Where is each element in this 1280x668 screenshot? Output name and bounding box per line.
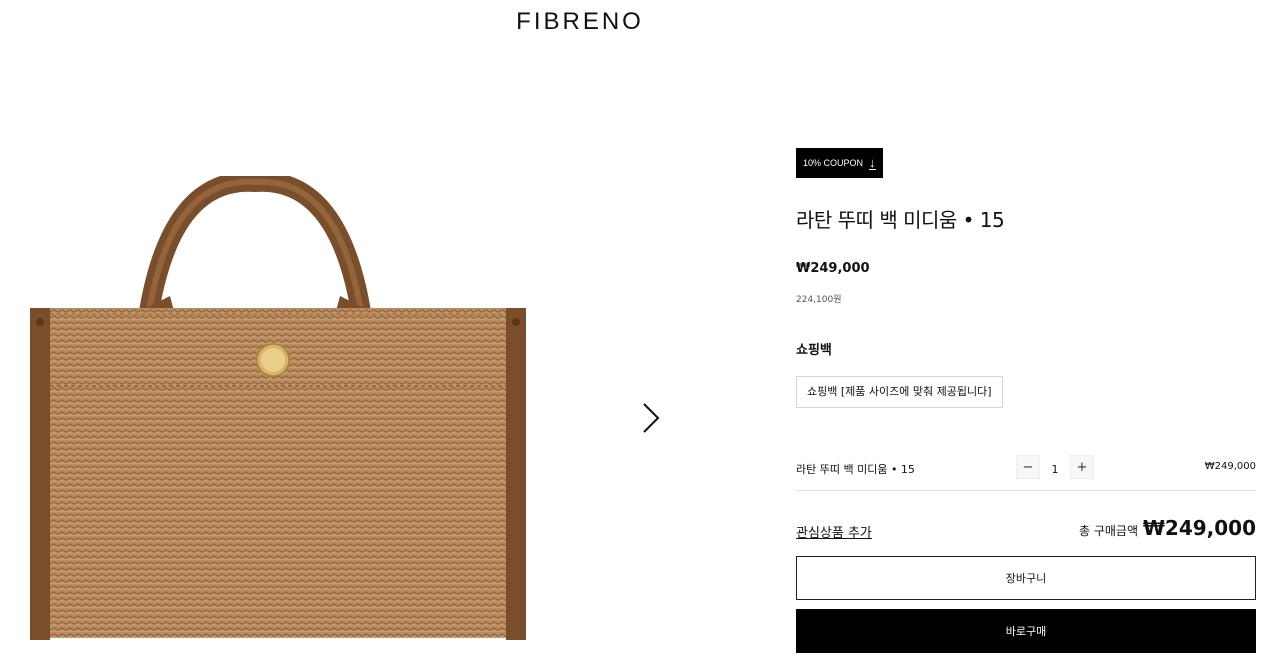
chevron-right-icon[interactable] [636, 400, 664, 436]
option-section-label: 쇼핑백 [796, 343, 832, 358]
download-icon: ↓ [869, 154, 876, 170]
product-image [30, 176, 526, 640]
product-sub-price: 224,100원 [796, 295, 842, 305]
product-price: ₩249,000 [796, 261, 870, 276]
add-to-cart-button[interactable]: 장바구니 [796, 556, 1256, 600]
brand-logo[interactable]: FIBRENO [0, 8, 1160, 36]
total-summary: 관심상품 추가 총 구매금액 ₩249,000 [796, 516, 1256, 546]
decrease-quantity-button[interactable]: − [1016, 455, 1040, 479]
quantity-value[interactable]: 1 [1040, 459, 1070, 476]
quantity-stepper: − 1 + [1016, 455, 1094, 479]
total-price: ₩249,000 [1142, 516, 1256, 540]
line-item-price: ₩249,000 [1204, 461, 1256, 472]
buy-now-button[interactable]: 바로구매 [796, 609, 1256, 653]
product-info: 10% COUPON ↓ 라탄 뚜띠 백 미디움 • 15 ₩249,000 2… [796, 148, 1256, 653]
shopping-bag-option-button[interactable]: 쇼핑백 [제품 사이즈에 맞춰 제공됩니다] [796, 376, 1003, 408]
coupon-label: 10% COUPON [803, 158, 864, 168]
increase-quantity-button[interactable]: + [1070, 455, 1094, 479]
product-title: 라탄 뚜띠 백 미디움 • 15 [796, 208, 1005, 232]
line-item-name: 라탄 뚜띠 백 미디움 • 15 [796, 463, 915, 476]
add-to-wishlist-link[interactable]: 관심상품 추가 [796, 522, 872, 541]
total-label: 총 구매금액 [1078, 524, 1138, 538]
selected-line-item: 라탄 뚜띠 백 미디움 • 15 − 1 + ₩249,000 [796, 453, 1256, 491]
product-gallery [0, 150, 700, 650]
coupon-button[interactable]: 10% COUPON ↓ [796, 148, 883, 178]
